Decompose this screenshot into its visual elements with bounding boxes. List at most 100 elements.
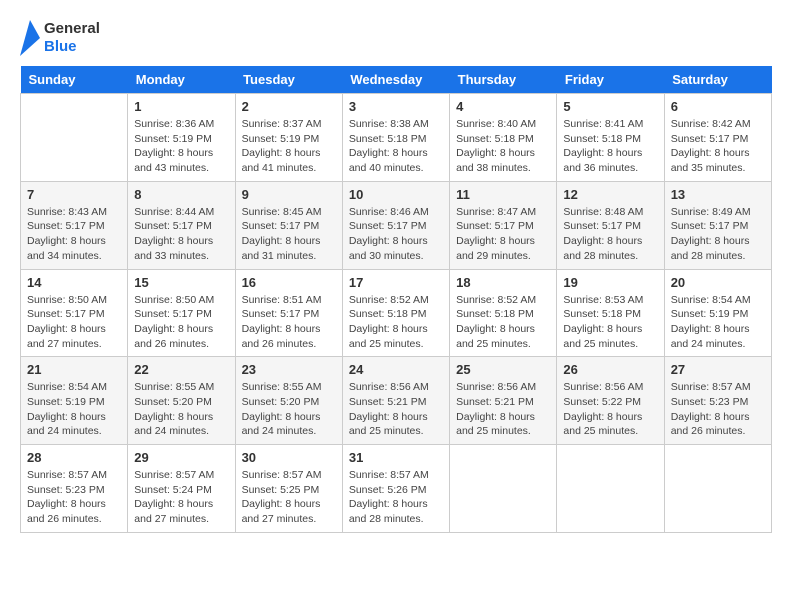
day-info: Sunrise: 8:47 AMSunset: 5:17 PMDaylight:…	[456, 205, 550, 264]
day-number: 31	[349, 450, 443, 465]
day-info: Sunrise: 8:37 AMSunset: 5:19 PMDaylight:…	[242, 117, 336, 176]
day-number: 17	[349, 275, 443, 290]
calendar-cell: 22Sunrise: 8:55 AMSunset: 5:20 PMDayligh…	[128, 357, 235, 445]
calendar-cell: 20 Sunrise: 8:54 AMSunset: 5:19 PMDayligh…	[664, 269, 771, 357]
day-info: Sunrise: 8:56 AMSunset: 5:21 PMDaylight:…	[349, 380, 443, 439]
col-header-saturday: Saturday	[664, 66, 771, 94]
logo: GeneralBlue	[20, 20, 100, 56]
calendar-cell: 26Sunrise: 8:56 AMSunset: 5:22 PMDayligh…	[557, 357, 664, 445]
logo-triangle-icon	[20, 20, 40, 56]
day-info: Sunrise: 8:43 AMSunset: 5:17 PMDaylight:…	[27, 205, 121, 264]
day-number: 6	[671, 99, 765, 114]
calendar-cell: 31 Sunrise: 8:57 AMSunset: 5:26 PMDayligh…	[342, 445, 449, 533]
day-info: Sunrise: 8:50 AMSunset: 5:17 PMDaylight:…	[134, 293, 228, 352]
calendar-week-row: 14 Sunrise: 8:50 AMSunset: 5:17 PMDayligh…	[21, 269, 772, 357]
calendar-header-row: SundayMondayTuesdayWednesdayThursdayFrid…	[21, 66, 772, 94]
day-info: Sunrise: 8:54 AMSunset: 5:19 PMDaylight:…	[671, 293, 765, 352]
day-number: 8	[134, 187, 228, 202]
calendar-cell	[557, 445, 664, 533]
day-number: 4	[456, 99, 550, 114]
calendar-cell: 27 Sunrise: 8:57 AMSunset: 5:23 PMDayligh…	[664, 357, 771, 445]
calendar-cell: 6 Sunrise: 8:42 AMSunset: 5:17 PMDaylight…	[664, 94, 771, 182]
calendar-cell	[664, 445, 771, 533]
day-number: 23	[242, 362, 336, 377]
day-info: Sunrise: 8:42 AMSunset: 5:17 PMDaylight:…	[671, 117, 765, 176]
col-header-friday: Friday	[557, 66, 664, 94]
day-info: Sunrise: 8:38 AMSunset: 5:18 PMDaylight:…	[349, 117, 443, 176]
day-info: Sunrise: 8:44 AMSunset: 5:17 PMDaylight:…	[134, 205, 228, 264]
day-number: 20	[671, 275, 765, 290]
calendar-cell: 11 Sunrise: 8:47 AMSunset: 5:17 PMDayligh…	[450, 181, 557, 269]
day-info: Sunrise: 8:49 AMSunset: 5:17 PMDaylight:…	[671, 205, 765, 264]
day-number: 18	[456, 275, 550, 290]
day-number: 14	[27, 275, 121, 290]
day-info: Sunrise: 8:57 AMSunset: 5:26 PMDaylight:…	[349, 468, 443, 527]
calendar-cell: 25Sunrise: 8:56 AMSunset: 5:21 PMDayligh…	[450, 357, 557, 445]
day-number: 5	[563, 99, 657, 114]
calendar-table: SundayMondayTuesdayWednesdayThursdayFrid…	[20, 66, 772, 533]
calendar-cell: 10Sunrise: 8:46 AMSunset: 5:17 PMDayligh…	[342, 181, 449, 269]
day-info: Sunrise: 8:52 AMSunset: 5:18 PMDaylight:…	[349, 293, 443, 352]
calendar-cell: 29Sunrise: 8:57 AMSunset: 5:24 PMDayligh…	[128, 445, 235, 533]
calendar-cell: 1 Sunrise: 8:36 AMSunset: 5:19 PMDaylight…	[128, 94, 235, 182]
day-number: 15	[134, 275, 228, 290]
day-number: 28	[27, 450, 121, 465]
day-info: Sunrise: 8:53 AMSunset: 5:18 PMDaylight:…	[563, 293, 657, 352]
day-number: 2	[242, 99, 336, 114]
day-number: 26	[563, 362, 657, 377]
calendar-week-row: 21Sunrise: 8:54 AMSunset: 5:19 PMDayligh…	[21, 357, 772, 445]
day-number: 9	[242, 187, 336, 202]
day-info: Sunrise: 8:57 AMSunset: 5:25 PMDaylight:…	[242, 468, 336, 527]
day-number: 27	[671, 362, 765, 377]
calendar-cell	[450, 445, 557, 533]
calendar-cell: 18 Sunrise: 8:52 AMSunset: 5:18 PMDayligh…	[450, 269, 557, 357]
calendar-cell: 2 Sunrise: 8:37 AMSunset: 5:19 PMDaylight…	[235, 94, 342, 182]
calendar-cell: 17 Sunrise: 8:52 AMSunset: 5:18 PMDayligh…	[342, 269, 449, 357]
day-info: Sunrise: 8:40 AMSunset: 5:18 PMDaylight:…	[456, 117, 550, 176]
col-header-wednesday: Wednesday	[342, 66, 449, 94]
calendar-cell: 3 Sunrise: 8:38 AMSunset: 5:18 PMDaylight…	[342, 94, 449, 182]
calendar-cell: 16 Sunrise: 8:51 AMSunset: 5:17 PMDayligh…	[235, 269, 342, 357]
calendar-cell: 28 Sunrise: 8:57 AMSunset: 5:23 PMDayligh…	[21, 445, 128, 533]
day-info: Sunrise: 8:36 AMSunset: 5:19 PMDaylight:…	[134, 117, 228, 176]
col-header-tuesday: Tuesday	[235, 66, 342, 94]
day-number: 19	[563, 275, 657, 290]
day-info: Sunrise: 8:55 AMSunset: 5:20 PMDaylight:…	[242, 380, 336, 439]
calendar-cell: 19 Sunrise: 8:53 AMSunset: 5:18 PMDayligh…	[557, 269, 664, 357]
page-header: GeneralBlue	[20, 20, 772, 56]
calendar-cell: 8 Sunrise: 8:44 AMSunset: 5:17 PMDaylight…	[128, 181, 235, 269]
day-number: 24	[349, 362, 443, 377]
calendar-cell: 9 Sunrise: 8:45 AMSunset: 5:17 PMDaylight…	[235, 181, 342, 269]
day-info: Sunrise: 8:51 AMSunset: 5:17 PMDaylight:…	[242, 293, 336, 352]
calendar-week-row: 28 Sunrise: 8:57 AMSunset: 5:23 PMDayligh…	[21, 445, 772, 533]
col-header-monday: Monday	[128, 66, 235, 94]
day-info: Sunrise: 8:50 AMSunset: 5:17 PMDaylight:…	[27, 293, 121, 352]
calendar-cell: 23 Sunrise: 8:55 AMSunset: 5:20 PMDayligh…	[235, 357, 342, 445]
day-number: 30	[242, 450, 336, 465]
day-number: 10	[349, 187, 443, 202]
calendar-week-row: 7 Sunrise: 8:43 AMSunset: 5:17 PMDaylight…	[21, 181, 772, 269]
day-number: 3	[349, 99, 443, 114]
calendar-cell: 5 Sunrise: 8:41 AMSunset: 5:18 PMDaylight…	[557, 94, 664, 182]
day-number: 25	[456, 362, 550, 377]
calendar-cell: 13Sunrise: 8:49 AMSunset: 5:17 PMDayligh…	[664, 181, 771, 269]
col-header-thursday: Thursday	[450, 66, 557, 94]
day-info: Sunrise: 8:57 AMSunset: 5:23 PMDaylight:…	[27, 468, 121, 527]
day-number: 7	[27, 187, 121, 202]
day-info: Sunrise: 8:45 AMSunset: 5:17 PMDaylight:…	[242, 205, 336, 264]
day-number: 16	[242, 275, 336, 290]
calendar-cell: 15 Sunrise: 8:50 AMSunset: 5:17 PMDayligh…	[128, 269, 235, 357]
day-number: 12	[563, 187, 657, 202]
calendar-cell	[21, 94, 128, 182]
day-info: Sunrise: 8:41 AMSunset: 5:18 PMDaylight:…	[563, 117, 657, 176]
day-info: Sunrise: 8:57 AMSunset: 5:23 PMDaylight:…	[671, 380, 765, 439]
day-number: 1	[134, 99, 228, 114]
day-info: Sunrise: 8:52 AMSunset: 5:18 PMDaylight:…	[456, 293, 550, 352]
day-info: Sunrise: 8:48 AMSunset: 5:17 PMDaylight:…	[563, 205, 657, 264]
calendar-cell: 12 Sunrise: 8:48 AMSunset: 5:17 PMDayligh…	[557, 181, 664, 269]
day-info: Sunrise: 8:57 AMSunset: 5:24 PMDaylight:…	[134, 468, 228, 527]
calendar-cell: 7 Sunrise: 8:43 AMSunset: 5:17 PMDaylight…	[21, 181, 128, 269]
day-number: 21	[27, 362, 121, 377]
day-number: 11	[456, 187, 550, 202]
col-header-sunday: Sunday	[21, 66, 128, 94]
